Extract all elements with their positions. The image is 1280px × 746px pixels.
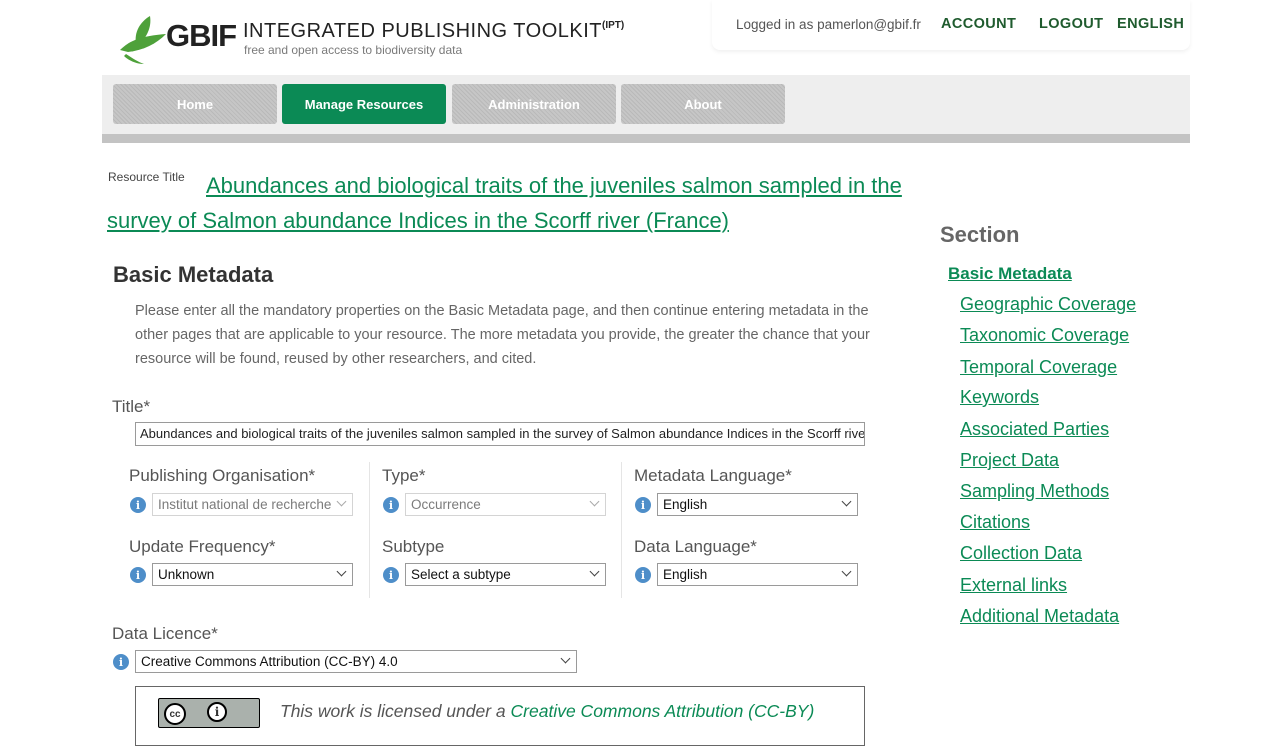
sidebar-item-project-data[interactable]: Project Data: [960, 450, 1059, 471]
sidebar-item-associated-parties[interactable]: Associated Parties: [960, 419, 1109, 440]
tagline: free and open access to biodiversity dat…: [244, 43, 463, 57]
app-name: INTEGRATED PUBLISHING TOOLKIT(IPT): [243, 20, 624, 43]
type-select[interactable]: Occurrence: [405, 493, 606, 516]
subtype-label: Subtype: [382, 537, 445, 556]
update-frequency-value: Unknown: [158, 567, 215, 582]
licence-text-prefix: This work is licensed under a: [280, 701, 511, 721]
publishing-org-select[interactable]: Institut national de recherche: [152, 493, 353, 516]
info-circle-icon[interactable]: i: [130, 567, 146, 583]
publishing-org-value: Institut national de recherche: [158, 497, 332, 512]
sidebar-item-external-links[interactable]: External links: [960, 575, 1067, 596]
info-circle-icon[interactable]: i: [113, 654, 129, 670]
metadata-language-select[interactable]: English: [657, 493, 858, 516]
info-circle-icon[interactable]: i: [130, 497, 146, 513]
update-frequency-select[interactable]: Unknown: [152, 563, 353, 586]
subtype-select[interactable]: Select a subtype: [405, 563, 606, 586]
sidebar-item-additional-metadata[interactable]: Additional Metadata: [960, 606, 1119, 627]
data-licence-label: Data Licence*: [112, 624, 218, 643]
sidebar-item-keywords[interactable]: Keywords: [960, 387, 1039, 408]
title-label: Title*: [112, 397, 151, 416]
attribution-icon: i: [207, 702, 227, 722]
user-bar: Logged in as pamerlon@gbif.fr ACCOUNT LO…: [712, 0, 1190, 50]
publishing-org-label: Publishing Organisation*: [129, 466, 316, 485]
metadata-language-value: English: [663, 497, 708, 512]
gbif-leaf-logo: [120, 16, 166, 64]
info-circle-icon[interactable]: i: [635, 497, 651, 513]
resource-title[interactable]: Abundances and biological traits of the …: [107, 168, 927, 238]
chevron-down-icon: [560, 653, 571, 664]
chevron-down-icon: [589, 496, 600, 507]
chevron-down-icon: [336, 496, 347, 507]
chevron-down-icon: [841, 566, 852, 577]
update-frequency-label: Update Frequency*: [129, 537, 276, 556]
type-label: Type*: [382, 466, 426, 485]
nav-home[interactable]: Home: [113, 84, 277, 124]
sidebar-item-taxonomic-coverage[interactable]: Taxonomic Coverage: [960, 325, 1129, 346]
info-circle-icon[interactable]: i: [635, 567, 651, 583]
column-divider: [621, 462, 622, 598]
nav-administration[interactable]: Administration: [452, 84, 616, 124]
nav-manage-resources[interactable]: Manage Resources: [282, 84, 446, 124]
subtype-value: Select a subtype: [411, 567, 511, 582]
data-language-label: Data Language*: [634, 537, 757, 556]
cc-icon: cc: [164, 703, 186, 725]
info-circle-icon[interactable]: i: [383, 567, 399, 583]
type-value: Occurrence: [411, 497, 481, 512]
cc-by-badge[interactable]: cc i: [158, 698, 260, 728]
data-language-value: English: [663, 567, 708, 582]
metadata-language-label: Metadata Language*: [634, 466, 792, 485]
data-language-select[interactable]: English: [657, 563, 858, 586]
chevron-down-icon: [336, 566, 347, 577]
data-licence-select[interactable]: Creative Commons Attribution (CC-BY) 4.0: [135, 650, 577, 673]
column-divider: [369, 462, 370, 598]
licence-text: This work is licensed under a Creative C…: [280, 701, 814, 722]
title-input[interactable]: Abundances and biological traits of the …: [135, 422, 865, 446]
section-heading: Basic Metadata: [113, 262, 274, 287]
language-link[interactable]: ENGLISH: [1117, 16, 1184, 32]
sidebar-item-sampling-methods[interactable]: Sampling Methods: [960, 481, 1109, 502]
nav-about[interactable]: About: [621, 84, 785, 124]
sidebar-item-temporal-coverage[interactable]: Temporal Coverage: [960, 357, 1117, 378]
sidebar-item-geographic-coverage[interactable]: Geographic Coverage: [960, 294, 1136, 315]
sidebar-item-collection-data[interactable]: Collection Data: [960, 543, 1082, 564]
intro-text: Please enter all the mandatory propertie…: [135, 303, 870, 367]
data-licence-value: Creative Commons Attribution (CC-BY) 4.0: [141, 654, 398, 669]
app-name-text: INTEGRATED PUBLISHING TOOLKIT: [243, 20, 603, 42]
logo-text: GBIF: [166, 18, 237, 53]
sidebar-item-citations[interactable]: Citations: [960, 512, 1030, 533]
sidebar-heading: Section: [940, 222, 1020, 247]
logout-link[interactable]: LOGOUT: [1039, 16, 1103, 32]
info-circle-icon[interactable]: i: [383, 497, 399, 513]
sidebar-item-basic-metadata[interactable]: Basic Metadata: [948, 264, 1072, 284]
account-link[interactable]: ACCOUNT: [941, 16, 1016, 32]
chevron-down-icon: [589, 566, 600, 577]
nav-divider: [102, 134, 1190, 143]
app-abbr: (IPT): [602, 20, 625, 31]
page: GBIF INTEGRATED PUBLISHING TOOLKIT(IPT) …: [102, 0, 1190, 746]
logged-in-text: Logged in as pamerlon@gbif.fr: [736, 17, 921, 32]
licence-link[interactable]: Creative Commons Attribution (CC-BY): [511, 701, 815, 721]
chevron-down-icon: [841, 496, 852, 507]
